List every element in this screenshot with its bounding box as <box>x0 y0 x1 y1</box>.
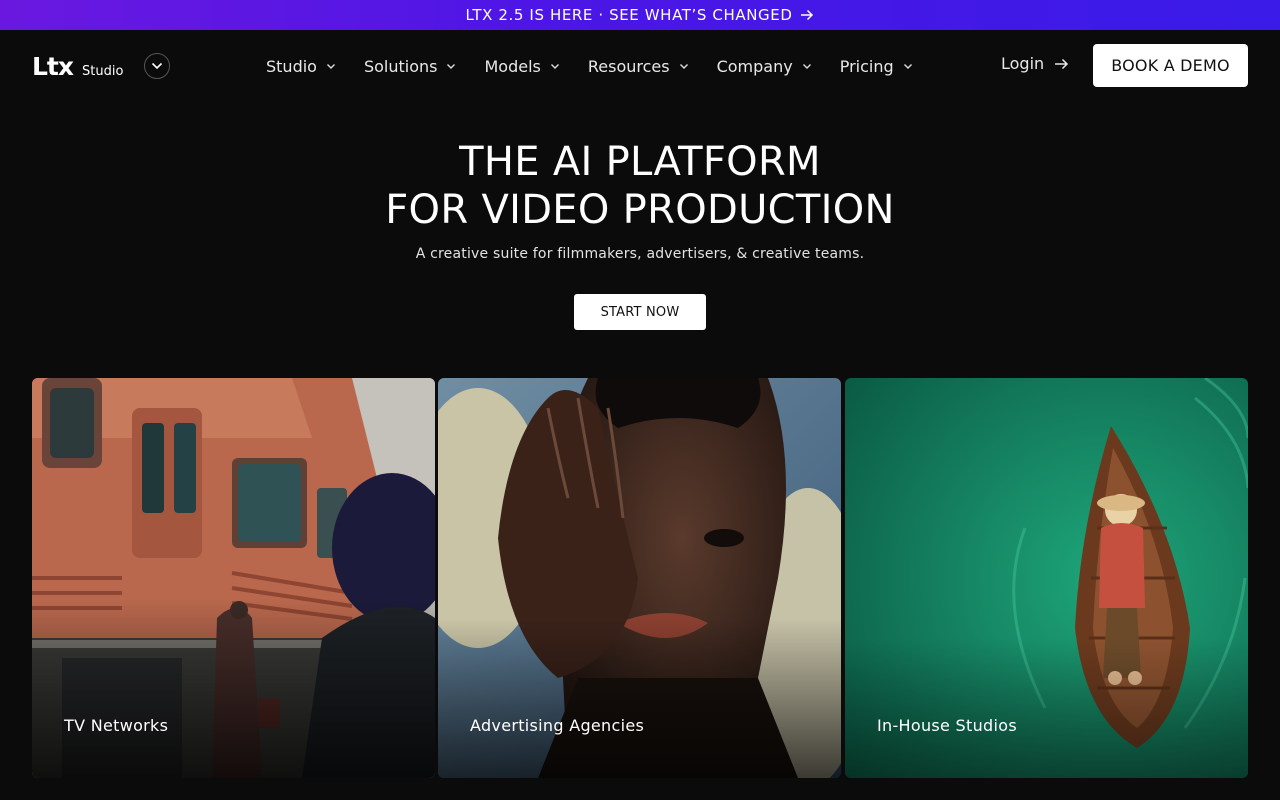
card-label: TV Networks <box>64 716 169 735</box>
card-label: In-House Studios <box>877 716 1017 735</box>
product-switcher-button[interactable] <box>144 53 170 79</box>
card-label: Advertising Agencies <box>470 716 645 735</box>
nav-item-label: Company <box>716 56 793 76</box>
chevron-down-icon <box>679 63 689 70</box>
hero-title: THE AI PLATFORM FOR VIDEO PRODUCTION <box>0 138 1280 234</box>
card-tv-networks[interactable]: TV Networks <box>32 378 435 778</box>
hero-title-line-2: FOR VIDEO PRODUCTION <box>385 187 895 233</box>
book-demo-button[interactable]: BOOK A DEMO <box>1093 44 1248 87</box>
card-in-house-studios[interactable]: In-House Studios <box>845 378 1248 778</box>
nav-item-label: Solutions <box>363 56 438 76</box>
nav-item-studio[interactable]: Studio <box>266 57 336 76</box>
main-menu: Studio Solutions Models Resources Compan… <box>266 54 913 78</box>
login-label: Login <box>1001 54 1045 73</box>
announcement-bar[interactable]: LTX 2.5 IS HERE · SEE WHAT’S CHANGED <box>0 0 1280 30</box>
nav-item-label: Studio <box>266 56 317 76</box>
chevron-down-icon <box>326 63 336 70</box>
start-now-button[interactable]: START NOW <box>574 294 706 330</box>
chevron-down-icon <box>903 63 913 70</box>
top-nav: Ltx Studio Studio Solutions Models Resou… <box>0 30 1280 102</box>
logo-product-name: Studio <box>82 64 124 79</box>
nav-item-label: Pricing <box>839 56 894 76</box>
chevron-down-icon <box>550 63 560 70</box>
nav-item-label: Models <box>484 56 541 76</box>
chevron-down-icon <box>446 63 456 70</box>
announcement-text: LTX 2.5 IS HERE · SEE WHAT’S CHANGED <box>465 6 793 24</box>
logo-mark: Ltx <box>32 52 74 81</box>
chevron-down-icon <box>151 62 163 70</box>
nav-item-company[interactable]: Company <box>717 57 812 76</box>
login-link[interactable]: Login <box>1001 54 1069 73</box>
brand-logo[interactable]: Ltx Studio <box>32 54 123 79</box>
nav-item-resources[interactable]: Resources <box>588 57 689 76</box>
hero-title-line-1: THE AI PLATFORM <box>459 139 821 185</box>
nav-item-label: Resources <box>587 56 670 76</box>
nav-item-models[interactable]: Models <box>484 57 559 76</box>
hero-subtitle: A creative suite for filmmakers, adverti… <box>415 246 865 262</box>
card-advertising-agencies[interactable]: Advertising Agencies <box>438 378 841 778</box>
nav-item-solutions[interactable]: Solutions <box>364 57 457 76</box>
arrow-right-icon <box>1054 58 1069 70</box>
chevron-down-icon <box>802 63 812 70</box>
nav-item-pricing[interactable]: Pricing <box>840 57 913 76</box>
arrow-right-icon <box>800 9 814 21</box>
